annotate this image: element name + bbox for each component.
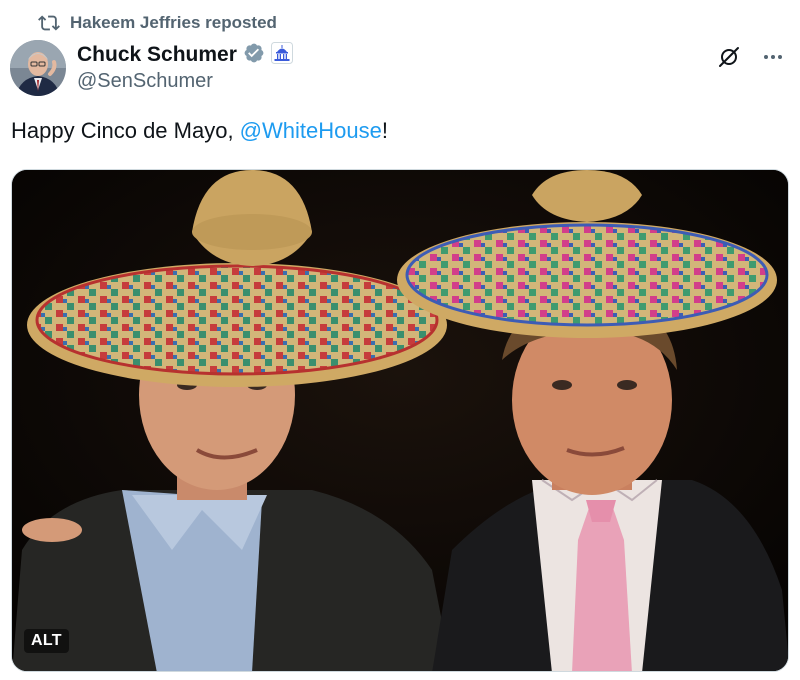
author-handle[interactable]: @SenSchumer: [77, 70, 213, 93]
repost-icon: [38, 12, 60, 34]
tweet-text-end: !: [381, 118, 388, 143]
author-display-name[interactable]: Chuck Schumer: [77, 43, 237, 67]
mention-link[interactable]: @WhiteHouse: [240, 118, 382, 143]
verified-badge-icon[interactable]: [243, 42, 265, 69]
capitol-building-icon[interactable]: [270, 41, 293, 69]
avatar[interactable]: [10, 40, 66, 96]
tweet-card[interactable]: Hakeem Jeffries reposted Chuck Schumer @…: [0, 0, 800, 680]
tweet-photo[interactable]: [11, 169, 789, 672]
tweet-top-actions: [714, 42, 788, 72]
tweet-text: Happy Cinco de Mayo, @WhiteHouse!: [11, 118, 388, 144]
tweet-text-start: Happy Cinco de Mayo,: [11, 118, 240, 143]
more-options-icon[interactable]: [758, 42, 788, 72]
repost-context[interactable]: Hakeem Jeffries reposted: [38, 10, 277, 36]
author-name-row[interactable]: Chuck Schumer: [77, 40, 293, 70]
grok-icon[interactable]: [714, 42, 744, 72]
alt-text-badge[interactable]: ALT: [24, 629, 69, 653]
repost-label: Hakeem Jeffries reposted: [70, 13, 277, 32]
